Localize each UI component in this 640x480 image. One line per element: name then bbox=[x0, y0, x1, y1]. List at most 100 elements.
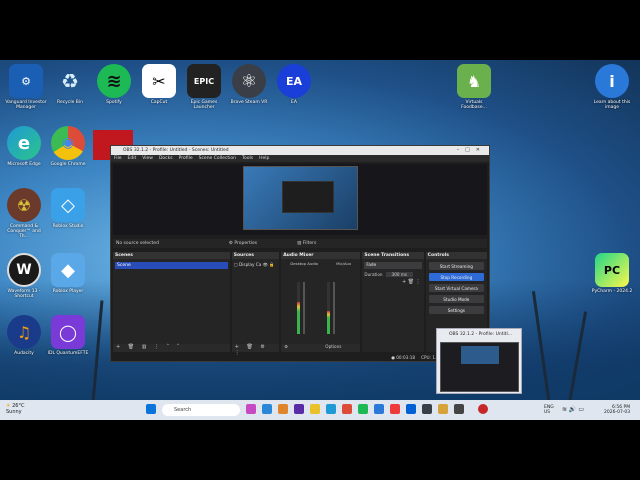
mixer-channel-labels: Desktop Audio Mic/Aux bbox=[281, 259, 360, 266]
store-icon[interactable] bbox=[374, 404, 384, 414]
desktop-icon-roblox-studio[interactable]: ◇ Roblox Studio bbox=[46, 188, 90, 229]
app-icon[interactable] bbox=[390, 404, 400, 414]
duration-input[interactable]: 300 ms bbox=[385, 272, 414, 277]
controls-header: Controls bbox=[425, 252, 487, 259]
desktop-audio-label: Desktop Audio bbox=[290, 261, 318, 266]
desktop-audio-level bbox=[297, 301, 301, 334]
desktop-icon-pycharm[interactable]: PC PyCharm - 2024.2 bbox=[590, 253, 634, 294]
obs-preview[interactable] bbox=[113, 164, 487, 235]
system-tray-icons[interactable]: ≋ 🔊 ▭ bbox=[562, 407, 584, 413]
duration-label: Duration bbox=[364, 272, 383, 277]
desktop-icon-audacity[interactable]: ♫ Audacity bbox=[2, 315, 46, 356]
desktop-icon-edge[interactable]: e Microsoft Edge bbox=[2, 126, 46, 167]
taskview-icon[interactable] bbox=[246, 404, 256, 414]
menu-view[interactable]: View bbox=[142, 156, 153, 161]
transitions-header: Scene Transitions bbox=[362, 252, 424, 259]
obs-taskbar-icon[interactable] bbox=[422, 404, 432, 414]
obs-title: OBS 32.1.2 - Profile: Untitled - Scenes:… bbox=[123, 148, 229, 153]
teams-icon[interactable] bbox=[294, 404, 304, 414]
settings-button[interactable]: Settings bbox=[428, 306, 484, 314]
menu-profile[interactable]: Profile bbox=[179, 156, 193, 161]
menu-tools[interactable]: Tools bbox=[242, 156, 253, 161]
desktop-icon-vanguard[interactable]: ⚙ Vanguard Investor Manager bbox=[4, 64, 48, 110]
transition-buttons[interactable]: + 🗑 ⋮ bbox=[362, 279, 423, 285]
obs-taskbar-preview[interactable]: OBS 32.1.2 - Profile: Untitl... bbox=[436, 328, 522, 394]
transition-select[interactable]: Fade bbox=[364, 262, 422, 269]
start-icon[interactable] bbox=[146, 404, 156, 414]
preview-display-capture bbox=[243, 166, 358, 230]
explorer-icon[interactable] bbox=[310, 404, 320, 414]
weather-desc: Sunny bbox=[6, 409, 22, 415]
mixer-header: Audio Mixer bbox=[281, 252, 361, 259]
pycharm-icon: PC bbox=[595, 253, 629, 287]
audio-mixer-dock: Audio Mixer Desktop Audio Mic/Aux ⚙ Opti… bbox=[281, 252, 361, 352]
vanguard-icon: ⚙ bbox=[9, 64, 43, 98]
desktop-icon-waveform[interactable]: W Waveform 13 - Shortcut bbox=[2, 253, 46, 299]
obs-titlebar[interactable]: OBS 32.1.2 - Profile: Untitled - Scenes:… bbox=[111, 146, 489, 155]
obs-window[interactable]: OBS 32.1.2 - Profile: Untitled - Scenes:… bbox=[110, 145, 490, 362]
scenes-toolbar[interactable]: + 🗑 ▥ ⋮ ˄ ˅ bbox=[113, 344, 230, 352]
desktop-icon-epic[interactable]: EPIC Epic Games Launcher bbox=[182, 64, 226, 110]
sources-dock: Sources ▢ Display Ca 👁 🔒 + 🗑 ⚙ ⋮ bbox=[231, 252, 280, 356]
dropbox-icon[interactable] bbox=[406, 404, 416, 414]
scenes-header: Scenes bbox=[113, 252, 230, 259]
search-placeholder: Search bbox=[174, 407, 192, 413]
desktop-icon-ea[interactable]: EA EA bbox=[272, 64, 316, 105]
copilot-icon[interactable] bbox=[278, 404, 288, 414]
desktop-icon-spotify[interactable]: ≋ Spotify bbox=[92, 64, 136, 105]
terminal-icon[interactable] bbox=[454, 404, 464, 414]
desktop-icon-quantum[interactable]: ◯ IDL QuantumEFTE bbox=[46, 315, 90, 356]
search-box[interactable]: Search bbox=[162, 404, 240, 416]
language-indicator[interactable]: ENG US bbox=[544, 405, 554, 415]
start-streaming-button[interactable]: Start Streaming bbox=[428, 262, 484, 270]
spotify-taskbar-icon[interactable] bbox=[358, 404, 368, 414]
desktop-icon-roblox[interactable]: ◆ Roblox Player bbox=[46, 253, 90, 294]
desktop-audio-slider[interactable] bbox=[303, 282, 306, 334]
roblox-studio-icon: ◇ bbox=[51, 188, 85, 222]
rec-time: 00:03:18 bbox=[396, 355, 416, 360]
clock[interactable]: 6:56 PM 2026-07-03 bbox=[604, 405, 630, 415]
mic-aux-slider[interactable] bbox=[333, 282, 336, 334]
chess-knight-icon: ♞ bbox=[457, 64, 491, 98]
desktop-icon-learn-image[interactable]: i Learn about this image bbox=[590, 64, 634, 110]
mic-aux-level bbox=[327, 310, 331, 334]
window-controls[interactable]: –□✕ bbox=[457, 147, 486, 153]
mixer-options-button[interactable]: Options bbox=[325, 344, 341, 349]
desktop-icon-recycle-bin[interactable]: ♻ Recycle Bin bbox=[48, 64, 92, 105]
sources-toolbar[interactable]: + 🗑 ⚙ ⋮ bbox=[231, 344, 280, 356]
popup-title: OBS 32.1.2 - Profile: Untitl... bbox=[449, 332, 513, 337]
desktop-audio-meter bbox=[297, 282, 301, 334]
properties-button[interactable]: ⚙ Properties bbox=[229, 241, 257, 246]
taskbar: ☀ 26°C Sunny Search ENG US ≋ 🔊 ▭ 6:56 PM… bbox=[0, 400, 640, 420]
properties-label: Properties bbox=[234, 241, 258, 246]
rec-indicator: ● 00:03:18 bbox=[391, 355, 416, 360]
start-virtual-camera-button[interactable]: Start Virtual Camera bbox=[428, 284, 484, 292]
source-item-label: Display Ca bbox=[239, 262, 262, 267]
recording-icon[interactable] bbox=[478, 404, 488, 414]
menu-scene-collection[interactable]: Scene Collection bbox=[199, 156, 236, 161]
chrome-taskbar-icon[interactable] bbox=[342, 404, 352, 414]
epic-games-icon: EPIC bbox=[187, 64, 221, 98]
menu-help[interactable]: Help bbox=[259, 156, 269, 161]
weather-widget[interactable]: ☀ 26°C Sunny bbox=[6, 403, 24, 415]
waveform-icon: W bbox=[7, 253, 41, 287]
desktop-icon-foodbase[interactable]: ♞ Virtuals Foodbase... bbox=[452, 64, 496, 110]
desktop-icon-capcut[interactable]: ✂ CapCut bbox=[137, 64, 181, 105]
date: 2026-07-03 bbox=[604, 410, 631, 415]
edge-taskbar-icon[interactable] bbox=[326, 404, 336, 414]
widgets-icon[interactable] bbox=[262, 404, 272, 414]
scene-item[interactable]: Scene bbox=[115, 262, 228, 269]
source-item[interactable]: ▢ Display Ca 👁 🔒 bbox=[232, 259, 279, 271]
studio-mode-button[interactable]: Studio Mode bbox=[428, 295, 484, 303]
menu-file[interactable]: File bbox=[114, 156, 122, 161]
mixer-toolbar[interactable]: ⚙ Options bbox=[281, 344, 361, 352]
capcut-icon: ✂ bbox=[142, 64, 176, 98]
desktop-icon-chrome[interactable]: ◉ Google Chrome bbox=[46, 126, 90, 167]
filters-button[interactable]: ▥ Filters bbox=[297, 241, 316, 246]
desktop-icon-command-conquer[interactable]: ☢ Command & Conquer™ and Th... bbox=[2, 188, 46, 239]
menu-edit[interactable]: Edit bbox=[128, 156, 137, 161]
stop-recording-button[interactable]: Stop Recording bbox=[428, 273, 484, 281]
menu-docks[interactable]: Docks bbox=[159, 156, 173, 161]
game-icon[interactable] bbox=[438, 404, 448, 414]
desktop-icon-steamvr[interactable]: ⚛ Brave Steam VR bbox=[227, 64, 271, 105]
